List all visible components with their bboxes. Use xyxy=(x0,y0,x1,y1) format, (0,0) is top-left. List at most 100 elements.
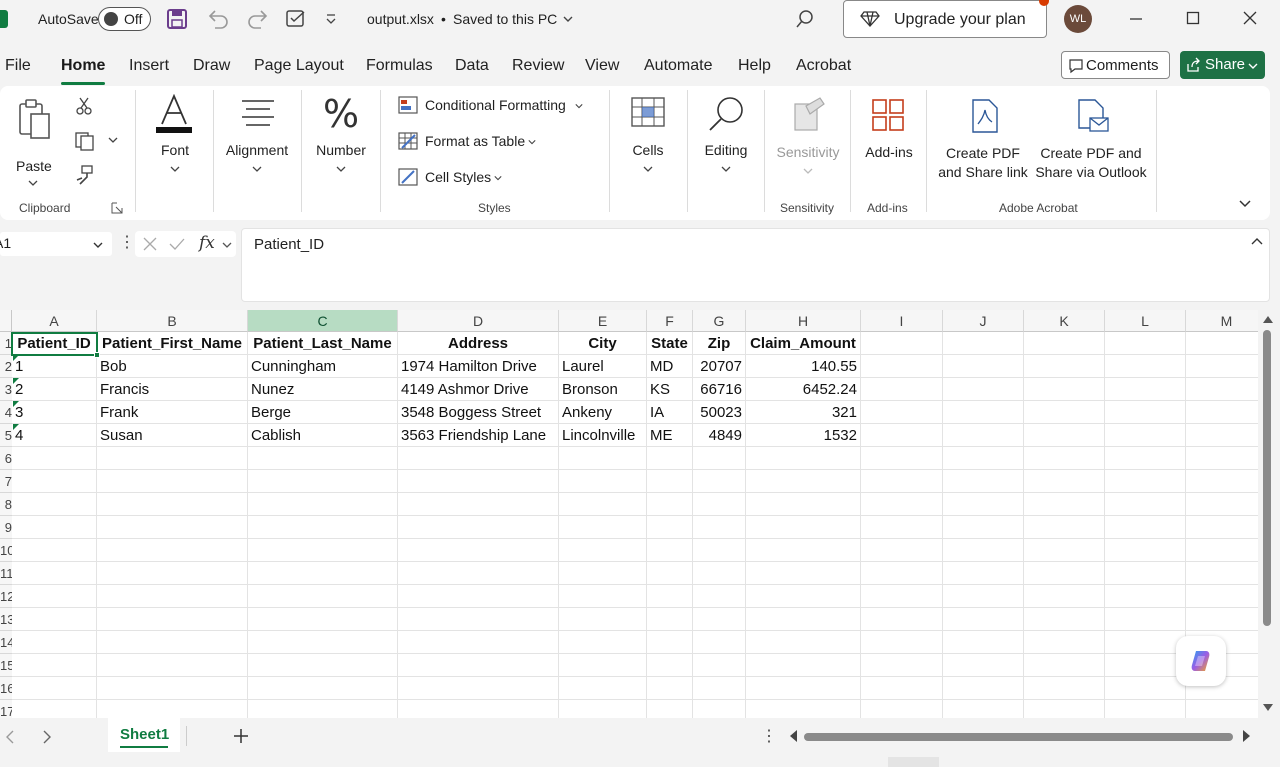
editing-button[interactable]: Editing xyxy=(696,94,756,194)
column-header-f[interactable]: F xyxy=(647,310,693,332)
table-cell[interactable]: Laurel xyxy=(559,355,647,378)
table-cell[interactable]: Nunez xyxy=(248,378,398,401)
ribbon-collapse-icon[interactable] xyxy=(1238,198,1252,210)
select-all-corner[interactable] xyxy=(0,310,12,332)
tab-formulas[interactable]: Formulas xyxy=(366,57,433,75)
column-header-g[interactable]: G xyxy=(693,310,746,332)
sheet-tab-sheet1[interactable]: Sheet1 xyxy=(108,718,180,752)
table-cell[interactable]: 4149 Ashmor Drive xyxy=(398,378,559,401)
add-sheet-icon[interactable] xyxy=(233,728,249,744)
tab-draw[interactable]: Draw xyxy=(193,57,230,75)
scroll-right-icon[interactable] xyxy=(1243,730,1251,742)
tab-automate[interactable]: Automate xyxy=(644,57,712,75)
row-header-17[interactable]: 17 xyxy=(0,700,12,718)
formula-input[interactable]: Patient_ID xyxy=(241,228,1270,302)
save-icon[interactable] xyxy=(166,8,188,30)
vertical-scrollbar[interactable] xyxy=(1258,310,1280,718)
table-cell[interactable]: 50023 xyxy=(693,401,746,424)
row-header-2[interactable]: 2 xyxy=(0,355,12,378)
table-cell[interactable]: Bronson xyxy=(559,378,647,401)
column-header-b[interactable]: B xyxy=(97,310,248,332)
header-cell[interactable]: State xyxy=(647,332,693,355)
paste-button[interactable]: Paste xyxy=(12,94,54,194)
vertical-scroll-thumb[interactable] xyxy=(1263,330,1271,626)
header-cell[interactable]: Zip xyxy=(693,332,746,355)
share-button[interactable]: Share xyxy=(1180,51,1265,79)
table-cell[interactable]: 66716 xyxy=(693,378,746,401)
column-header-m[interactable]: M xyxy=(1186,310,1258,332)
column-header-h[interactable]: H xyxy=(746,310,861,332)
column-header-l[interactable]: L xyxy=(1105,310,1186,332)
table-cell[interactable]: Cunningham xyxy=(248,355,398,378)
search-icon[interactable] xyxy=(794,8,816,30)
row-header-12[interactable]: 12 xyxy=(0,585,12,608)
cut-icon[interactable] xyxy=(74,96,94,116)
table-cell[interactable]: MD xyxy=(647,355,693,378)
table-cell[interactable]: KS xyxy=(647,378,693,401)
table-cell[interactable]: Cablish xyxy=(248,424,398,447)
header-cell[interactable]: City xyxy=(559,332,647,355)
row-header-5[interactable]: 5 xyxy=(0,424,12,447)
enter-check-icon[interactable] xyxy=(169,237,185,251)
column-header-c[interactable]: C xyxy=(248,310,398,332)
row-header-6[interactable]: 6 xyxy=(0,447,12,470)
table-cell[interactable]: 3 xyxy=(12,401,97,424)
table-cell[interactable]: 6452.24 xyxy=(746,378,861,401)
insert-function-icon[interactable]: fx xyxy=(199,233,215,253)
cells-button[interactable]: Cells xyxy=(620,94,676,194)
chevron-down-icon[interactable] xyxy=(92,239,104,251)
conditional-formatting-button[interactable]: Conditional Formatting xyxy=(398,94,598,118)
table-cell[interactable]: 4849 xyxy=(693,424,746,447)
horizontal-scroll-thumb[interactable] xyxy=(804,733,1233,741)
tab-acrobat[interactable]: Acrobat xyxy=(796,57,851,75)
chevron-down-icon[interactable] xyxy=(108,135,118,145)
sheet-options-icon[interactable]: ⋮ xyxy=(761,726,777,746)
form-icon[interactable] xyxy=(284,8,308,30)
table-cell[interactable]: Susan xyxy=(97,424,248,447)
column-header-a[interactable]: A xyxy=(12,310,97,332)
comments-button[interactable]: Comments xyxy=(1061,51,1170,79)
number-button[interactable]: % Number xyxy=(308,92,374,194)
create-pdf-outlook-button[interactable]: Create PDF and Share via Outlook xyxy=(1034,94,1148,194)
add-ins-button[interactable]: Add-ins xyxy=(858,94,920,194)
row-header-7[interactable]: 7 xyxy=(0,470,12,493)
row-header-4[interactable]: 4 xyxy=(0,401,12,424)
table-cell[interactable]: ME xyxy=(647,424,693,447)
table-cell[interactable]: 2 xyxy=(12,378,97,401)
table-cell[interactable]: 1532 xyxy=(746,424,861,447)
tab-insert[interactable]: Insert xyxy=(129,57,169,75)
table-cell[interactable]: Frank xyxy=(97,401,248,424)
row-header-11[interactable]: 11 xyxy=(0,562,12,585)
column-header-e[interactable]: E xyxy=(559,310,647,332)
table-cell[interactable]: 1 xyxy=(12,355,97,378)
table-cell[interactable]: Lincolnville xyxy=(559,424,647,447)
undo-icon[interactable] xyxy=(206,8,230,30)
table-cell[interactable]: 3548 Boggess Street xyxy=(398,401,559,424)
header-cell[interactable]: Patient_Last_Name xyxy=(248,332,398,355)
column-header-i[interactable]: I xyxy=(861,310,943,332)
format-painter-icon[interactable] xyxy=(74,164,94,186)
chevron-down-icon[interactable] xyxy=(222,240,232,250)
table-cell[interactable]: 1974 Hamilton Drive xyxy=(398,355,559,378)
more-options-icon[interactable]: ⋮ xyxy=(119,232,135,252)
table-cell[interactable]: Bob xyxy=(97,355,248,378)
scroll-up-icon[interactable] xyxy=(1263,315,1273,323)
row-header-16[interactable]: 16 xyxy=(0,677,12,700)
header-cell[interactable]: Address xyxy=(398,332,559,355)
save-status[interactable]: Saved to this PC xyxy=(453,11,557,27)
name-box[interactable]: A1 xyxy=(0,232,112,256)
row-header-9[interactable]: 9 xyxy=(0,516,12,539)
row-header-3[interactable]: 3 xyxy=(0,378,12,401)
table-cell[interactable]: IA xyxy=(647,401,693,424)
tab-page-layout[interactable]: Page Layout xyxy=(254,57,344,75)
scroll-left-icon[interactable] xyxy=(789,730,797,742)
table-cell[interactable]: 20707 xyxy=(693,355,746,378)
chevron-down-icon[interactable] xyxy=(562,13,574,25)
table-cell[interactable]: Francis xyxy=(97,378,248,401)
row-header-8[interactable]: 8 xyxy=(0,493,12,516)
tab-file[interactable]: File xyxy=(5,57,31,75)
alignment-button[interactable]: Alignment xyxy=(220,94,294,194)
header-cell[interactable]: Patient_First_Name xyxy=(97,332,248,355)
scroll-down-icon[interactable] xyxy=(1263,704,1273,712)
cancel-icon[interactable] xyxy=(143,237,157,251)
